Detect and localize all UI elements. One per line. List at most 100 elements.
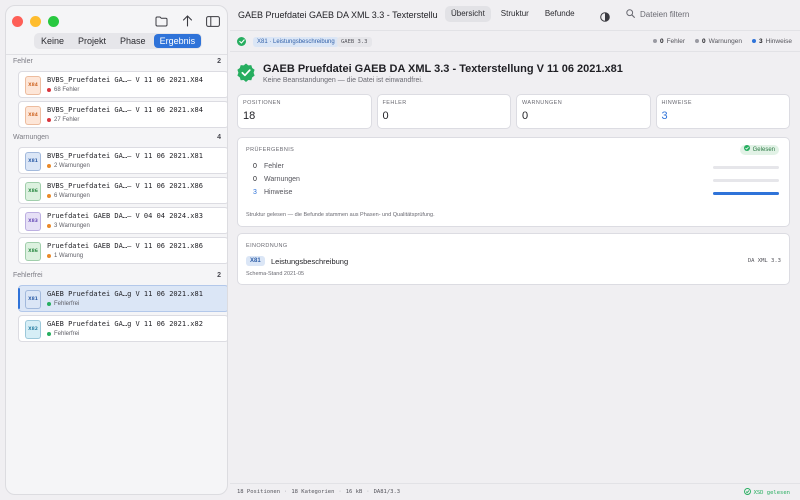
status-dot <box>47 194 51 198</box>
result-footnote: Struktur gelesen — die Befunde stammen a… <box>246 212 435 218</box>
status-dot <box>47 224 51 228</box>
check-circle-icon <box>743 145 750 155</box>
separator: · <box>284 489 288 495</box>
group-label: Fehler <box>13 58 33 65</box>
stat-value: 0 <box>522 110 529 122</box>
close-window-button[interactable] <box>12 16 23 27</box>
page-title: GAEB Pruefdatei GAEB DA XML 3.3 - Texter… <box>263 63 623 75</box>
page-subtitle: Keine Beanstandungen — die Datei ist ein… <box>263 77 423 84</box>
file-status-label: Fehlerfrei <box>54 331 80 337</box>
window-controls <box>12 16 59 27</box>
issue-counts: 0 Fehler 0 Warnungen 3 Hinweise <box>652 38 792 45</box>
search-field[interactable] <box>620 5 790 23</box>
file-type-badge: X81 <box>246 256 265 266</box>
file-status-label: Fehlerfrei <box>54 301 80 307</box>
count-value: 0 <box>659 38 664 45</box>
upload-arrow-icon[interactable] <box>179 13 195 29</box>
file-list-item[interactable]: X81 BVBS_Pruefdatei GA…– V 11 06 2021.X81… <box>18 147 227 174</box>
separator: · <box>338 489 342 495</box>
file-name: BVBS_Pruefdatei GA…– V 11 06 2021.X84 <box>47 76 203 84</box>
window-title: GAEB Pruefdatei GAEB DA XML 3.3 - Texter… <box>238 10 438 20</box>
stat-cards: POSITIONEN 18 FEHLER 0 WARNUNGEN 0 HINWEISE 3 <box>237 94 790 129</box>
tab-structure[interactable]: Struktur <box>495 6 535 22</box>
stat-value: 0 <box>382 110 389 122</box>
group-header: Warnungen 4 <box>13 134 221 141</box>
file-status: 27 Fehler <box>47 117 79 123</box>
filter-projekt[interactable]: Projekt <box>72 34 112 48</box>
stat-value: 3 <box>661 110 668 122</box>
file-status-label: 3 Warnungen <box>54 223 90 229</box>
classification-panel: EINORDNUNG X81 Leistungsbeschreibung DA … <box>237 233 790 285</box>
file-type-tag: X81 · Leistungsbeschreibung <box>253 37 339 47</box>
stat-label: POSITIONEN <box>243 100 281 106</box>
toolbar: GAEB Pruefdatei GAEB DA XML 3.3 - Texter… <box>230 0 800 30</box>
file-list-item[interactable]: X84 BVBS_Pruefdatei GA…– V 11 06 2021.X84… <box>18 71 227 98</box>
view-tabs: Übersicht Struktur Befunde <box>445 6 581 22</box>
result-panel-title: PRÜFERGEBNIS <box>246 147 295 153</box>
group-header: Fehler 2 <box>13 58 221 65</box>
minimize-window-button[interactable] <box>30 16 41 27</box>
file-list-item[interactable]: X83 Pruefdatei GAEB DA…– V 04 04 2024.x83… <box>18 207 227 234</box>
appearance-toggle-icon[interactable] <box>600 9 610 22</box>
file-status-label: 1 Warnung <box>54 253 84 259</box>
folder-icon[interactable] <box>153 13 169 29</box>
grouping-segmented-control: Keine Projekt Phase Ergebnis <box>34 33 203 49</box>
file-name: BVBS_Pruefdatei GA…– V 11 06 2021.x84 <box>47 106 203 114</box>
file-status: 68 Fehler <box>47 87 79 93</box>
sidebar-toggle-icon[interactable] <box>205 13 221 29</box>
file-list-item[interactable]: X82 GAEB Pruefdatei GA…g V 11 06 2021.x82… <box>18 315 227 342</box>
file-type-icon: X82 <box>25 320 41 339</box>
count-dot <box>695 39 699 44</box>
main-content: GAEB Pruefdatei GAEB DA XML 3.3 - Texter… <box>230 0 800 500</box>
read-status-label: Gelesen <box>752 147 775 153</box>
separator: · <box>366 489 370 495</box>
file-status-label: 6 Warnungen <box>54 193 90 199</box>
search-input[interactable] <box>640 9 780 19</box>
count-fehler: 0 Fehler <box>652 38 685 45</box>
status-dot <box>47 164 51 168</box>
file-list-item[interactable]: X84 BVBS_Pruefdatei GA…– V 11 06 2021.x84… <box>18 101 227 128</box>
classification-panel-title: EINORDNUNG <box>246 243 288 249</box>
file-type-icon: X84 <box>25 106 41 125</box>
result-bar <box>713 179 779 182</box>
stat-label: FEHLER <box>382 100 407 106</box>
sidebar: Keine Projekt Phase Ergebnis Fehler 2 X84 BVBS… <box>5 5 228 495</box>
count-value: 0 <box>702 38 706 45</box>
stat-label: HINWEISE <box>661 100 692 106</box>
file-type-icon: X84 <box>25 76 41 95</box>
file-name: BVBS_Pruefdatei GA…– V 11 06 2021.X86 <box>47 182 203 190</box>
stat-label: WARNUNGEN <box>522 100 563 106</box>
schema-date: Schema-Stand 2021-05 <box>246 271 305 277</box>
file-list-item[interactable]: X86 Pruefdatei GAEB DA…– V 11 06 2021.x86… <box>18 237 227 264</box>
file-type-icon: X86 <box>25 242 41 261</box>
gaeb-version-tag: GAEB 3.3 <box>337 37 372 47</box>
result-value: 0 <box>253 176 257 183</box>
group-count: 2 <box>217 272 221 279</box>
tab-findings[interactable]: Befunde <box>539 6 581 22</box>
count-warnungen: 0 Warnungen <box>695 38 742 45</box>
file-name: Pruefdatei GAEB DA…– V 04 04 2024.x83 <box>47 212 203 220</box>
filter-phase[interactable]: Phase <box>114 34 152 48</box>
count-dot <box>652 39 657 44</box>
result-bar-fill <box>713 192 779 195</box>
result-row: 0 Warnungen <box>253 176 779 186</box>
filter-ergebnis[interactable]: Ergebnis <box>153 34 202 48</box>
tab-overview[interactable]: Übersicht <box>445 6 491 22</box>
file-status: 3 Warnungen <box>47 223 90 229</box>
file-meta-item: 16 kB <box>345 489 363 495</box>
file-status-label: 27 Fehler <box>54 117 80 123</box>
zoom-window-button[interactable] <box>48 16 59 27</box>
file-status-label: 2 Warnungen <box>54 163 90 169</box>
search-icon <box>626 5 635 23</box>
file-status-label: 68 Fehler <box>54 87 80 93</box>
result-panel: PRÜFERGEBNIS Gelesen 0 Fehler 0 Warnungen 3 H… <box>237 137 790 227</box>
file-type-icon: X83 <box>25 212 41 231</box>
count-label: Hinweise <box>765 38 792 45</box>
file-list-item[interactable]: X81 GAEB Pruefdatei GA…g V 11 06 2021.x81… <box>18 285 227 312</box>
filter-keine[interactable]: Keine <box>35 34 70 48</box>
read-status-badge: Gelesen <box>739 145 779 155</box>
file-list-item[interactable]: X86 BVBS_Pruefdatei GA…– V 11 06 2021.X86… <box>18 177 227 204</box>
count-label: Warnungen <box>708 38 742 45</box>
result-label: Fehler <box>264 163 284 170</box>
group-header: Fehlerfrei 2 <box>13 272 221 279</box>
